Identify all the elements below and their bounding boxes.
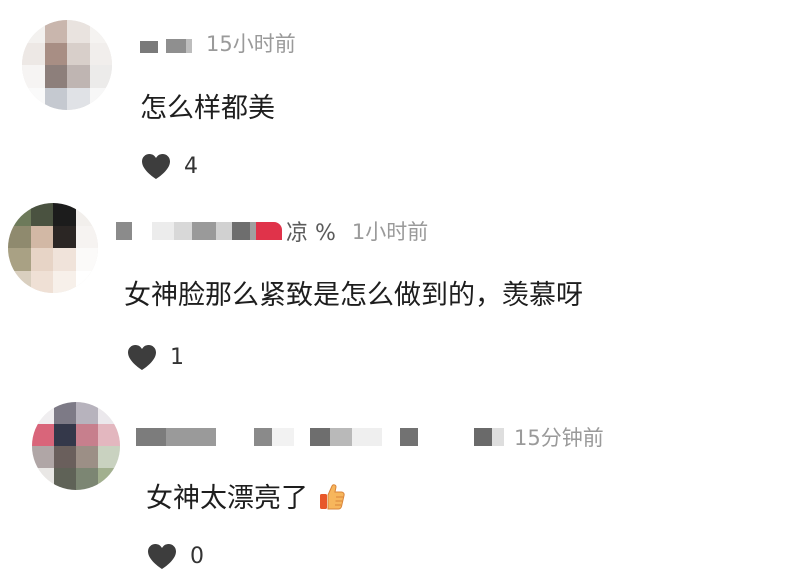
username-row: 15分钟前 (136, 422, 604, 452)
comment-text: 女神太漂亮了 (146, 476, 346, 515)
username-suffix: 凉 % (286, 221, 336, 246)
like-count: 1 (170, 344, 184, 370)
comment-time: 1小时前 (351, 220, 429, 244)
like-button[interactable]: 4 (140, 152, 198, 180)
avatar[interactable] (22, 20, 112, 110)
username-blurred[interactable] (116, 221, 282, 241)
heart-icon (148, 544, 176, 569)
username-row: 15小时前 (140, 28, 296, 58)
username-row: 凉 % 1小时前 (116, 215, 428, 247)
avatar[interactable] (8, 203, 98, 293)
like-button[interactable]: 1 (126, 343, 184, 371)
comment-text: 怎么样都美 (140, 93, 275, 124)
like-count: 4 (184, 153, 198, 179)
heart-icon (142, 154, 170, 179)
username-blurred[interactable] (140, 33, 192, 53)
like-button[interactable]: 0 (146, 542, 204, 570)
avatar[interactable] (32, 402, 120, 490)
like-count: 0 (190, 543, 204, 569)
comment-item: 15分钟前 女神太漂亮了 0 (0, 390, 788, 586)
comment-item: 凉 % 1小时前 女神脸那么紧致是怎么做到的，羡慕呀 1 (0, 195, 788, 390)
comment-time: 15分钟前 (514, 426, 604, 450)
heart-icon (128, 345, 156, 370)
comment-time: 15小时前 (206, 32, 296, 56)
username-blurred[interactable] (136, 427, 504, 447)
thumbs-up-icon (318, 481, 346, 511)
comment-text-content: 女神太漂亮了 (146, 483, 308, 514)
comment-text: 女神脸那么紧致是怎么做到的，羡慕呀 (124, 280, 583, 311)
comment-item: 15小时前 怎么样都美 4 (0, 0, 788, 195)
